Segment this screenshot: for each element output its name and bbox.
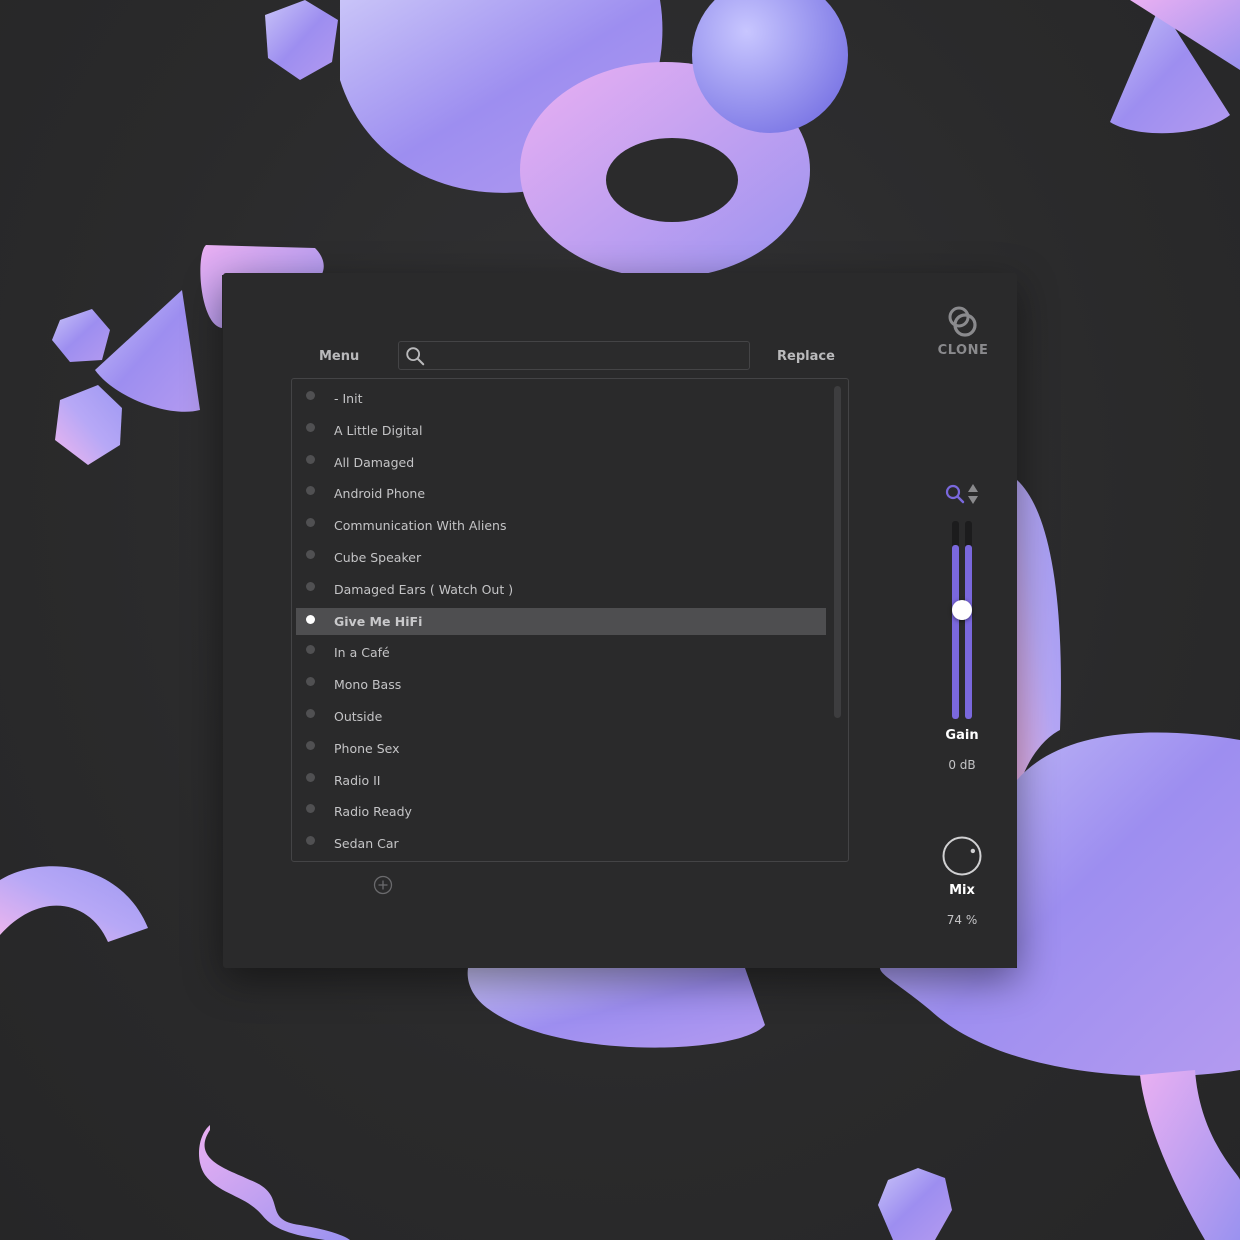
- preset-item[interactable]: In a Café: [296, 637, 826, 669]
- preset-name: - Init: [334, 391, 363, 406]
- preset-dot-icon: [306, 740, 315, 750]
- mix-value: 74 %: [946, 913, 978, 927]
- preset-dot-icon: [306, 645, 315, 655]
- preset-search-field[interactable]: [398, 341, 750, 370]
- preset-name: Sedan Car: [334, 836, 399, 852]
- mix-knob[interactable]: [941, 835, 983, 877]
- preset-name: Communication With Aliens: [334, 518, 507, 534]
- gain-meter-left: [952, 521, 959, 719]
- preset-item[interactable]: Damaged Ears ( Watch Out ): [296, 574, 826, 606]
- preset-item[interactable]: Radio II: [296, 765, 826, 797]
- preset-name: In a Café: [334, 645, 390, 661]
- gain-slider-thumb[interactable]: [952, 600, 972, 620]
- gain-search-icon[interactable]: [944, 483, 966, 505]
- preset-dot-icon: [306, 581, 315, 591]
- preset-dot-icon: [306, 804, 315, 814]
- preset-item[interactable]: A Little Digital: [296, 415, 826, 447]
- preset-dot-icon: [306, 677, 315, 687]
- preset-item[interactable]: Phone Sex: [296, 733, 826, 765]
- preset-name: Phone Sex: [334, 740, 400, 756]
- search-icon: [406, 347, 425, 366]
- preset-item[interactable]: Cube Speaker: [296, 542, 826, 574]
- gain-meter-left-fill: [952, 545, 959, 719]
- preset-dot-icon: [306, 614, 315, 624]
- preset-item[interactable]: Android Phone: [296, 478, 826, 510]
- preset-dot-icon: [306, 422, 315, 432]
- preset-dot-icon: [306, 836, 315, 846]
- mix-label: Mix: [949, 883, 975, 898]
- preset-item[interactable]: Radio Ready: [296, 796, 826, 828]
- preset-name: Radio II: [334, 772, 381, 788]
- gain-label: Gain: [945, 728, 979, 743]
- preset-name: Radio Ready: [334, 804, 412, 820]
- preset-item[interactable]: Outside: [296, 701, 826, 733]
- preset-item[interactable]: All Damaged: [296, 447, 826, 479]
- preset-dot-icon: [306, 486, 315, 496]
- preset-dot-icon: [306, 454, 315, 464]
- preset-list: - Init A Little Digital All Damaged Android…: [292, 383, 832, 860]
- plugin-panel: Menu Replace - Init A Little Digital All D…: [223, 273, 1017, 968]
- preset-name: Cube Speaker: [334, 549, 422, 565]
- mix-knob-indicator: [970, 848, 976, 854]
- preset-list-scrollbar[interactable]: [834, 386, 841, 718]
- preset-name: All Damaged: [334, 454, 415, 470]
- preset-item[interactable]: Mono Bass: [296, 669, 826, 701]
- preset-name: Android Phone: [334, 486, 426, 502]
- preset-item[interactable]: - Init: [296, 383, 826, 415]
- preset-item[interactable]: Give Me HiFi: [296, 607, 826, 635]
- preset-dot-icon: [306, 708, 315, 718]
- preset-item[interactable]: Communication With Aliens: [296, 510, 826, 542]
- up-down-arrows-icon[interactable]: [967, 483, 979, 505]
- preset-name: Give Me HiFi: [334, 613, 423, 629]
- preset-item[interactable]: Sedan Car: [296, 828, 826, 860]
- preset-name: A Little Digital: [334, 422, 423, 438]
- preset-name: Outside: [334, 708, 383, 724]
- preset-dot-icon: [306, 518, 315, 528]
- gain-value: 0 dB: [948, 758, 976, 772]
- menu-button[interactable]: Menu: [319, 349, 359, 364]
- clone-logo-icon: [948, 306, 977, 337]
- preset-dot-icon: [306, 391, 315, 400]
- brand-name: CLONE: [937, 343, 989, 358]
- search-input[interactable]: [431, 346, 745, 368]
- preset-dot-icon: [306, 549, 315, 559]
- plus-circle-icon[interactable]: [373, 875, 393, 895]
- gain-meter-right-fill: [965, 545, 972, 719]
- preset-name: Mono Bass: [334, 677, 402, 693]
- preset-name: Damaged Ears ( Watch Out ): [334, 581, 514, 597]
- gain-meter-right: [965, 521, 972, 719]
- preset-dot-icon: [306, 772, 315, 782]
- preset-list-box: - Init A Little Digital All Damaged Android…: [291, 378, 849, 862]
- replace-button[interactable]: Replace: [777, 349, 835, 364]
